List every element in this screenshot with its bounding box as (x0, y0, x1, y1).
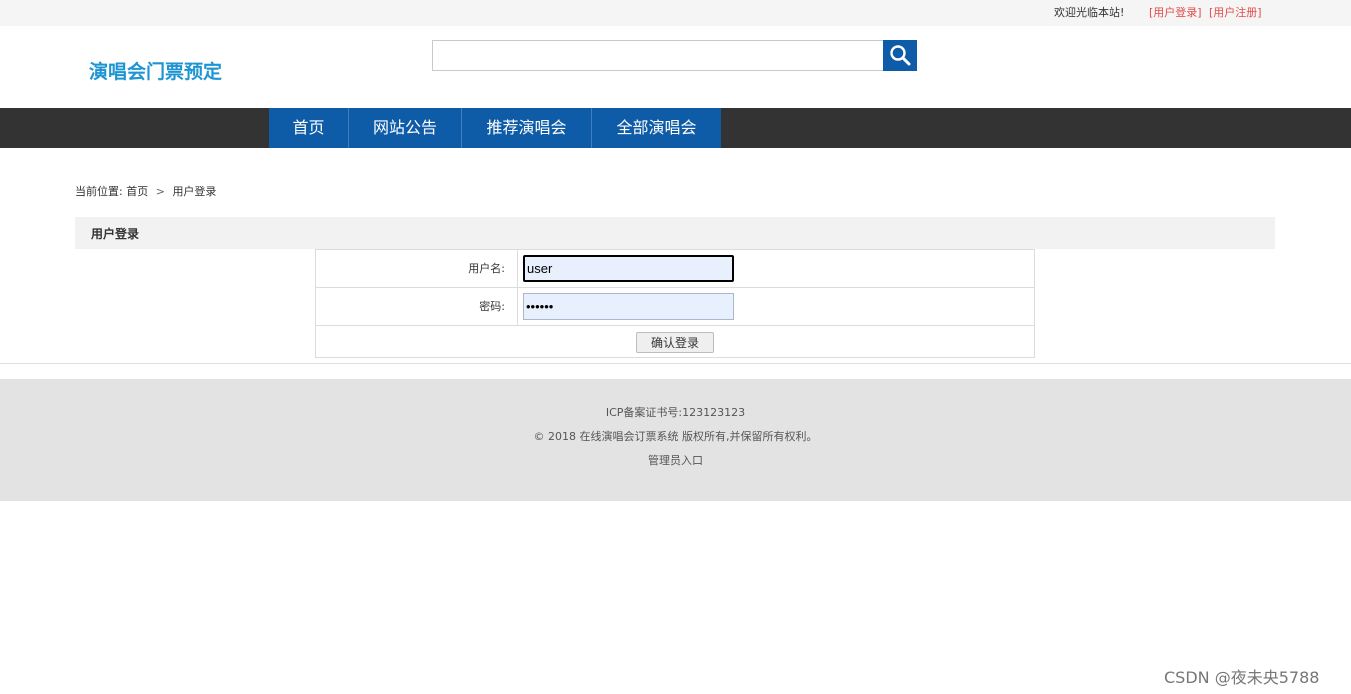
welcome-text: 欢迎光临本站! (1054, 6, 1125, 19)
csdn-watermark: CSDN @夜未央5788 (1164, 668, 1320, 687)
login-panel-header: 用户登录 (75, 217, 1275, 249)
footer: ICP备案证书号:123123123 © 2018 在线演唱会订票系统 版权所有… (0, 379, 1351, 501)
password-field[interactable] (523, 293, 734, 320)
nav-announcements[interactable]: 网站公告 (349, 108, 462, 148)
footer-divider (0, 363, 1351, 364)
search-button[interactable] (883, 40, 917, 71)
breadcrumb: 当前位置: 首页 > 用户登录 (75, 183, 216, 199)
login-form: 用户名: 密码: 确认登录 (315, 249, 1035, 358)
breadcrumb-prefix: 当前位置: (75, 185, 123, 198)
icp-record: ICP备案证书号:123123123 (605, 406, 746, 419)
admin-entry-link[interactable]: 管理员入口 (0, 452, 1351, 468)
search-icon (890, 45, 911, 66)
username-label: 用户名: (316, 250, 518, 287)
user-register-link[interactable]: [用户注册] (1209, 4, 1262, 20)
nav-all-concerts[interactable]: 全部演唱会 (592, 108, 721, 148)
breadcrumb-current: 用户登录 (172, 185, 217, 198)
main-nav: 首页 网站公告 推荐演唱会 全部演唱会 (0, 108, 1351, 148)
user-login-link[interactable]: [用户登录] (1149, 4, 1202, 20)
submit-row: 确认登录 (316, 326, 1034, 357)
search-input[interactable] (432, 40, 884, 71)
nav-recommended-concerts[interactable]: 推荐演唱会 (462, 108, 592, 148)
confirm-login-button[interactable]: 确认登录 (636, 332, 714, 353)
top-bar: 欢迎光临本站! [用户登录] [用户注册] (0, 0, 1351, 26)
username-field[interactable] (523, 255, 734, 282)
login-panel-title: 用户登录 (91, 227, 140, 241)
password-row: 密码: (316, 288, 1034, 326)
username-row: 用户名: (316, 250, 1034, 288)
site-logo[interactable]: 演唱会门票预定 (89, 57, 222, 84)
breadcrumb-home[interactable]: 首页 (126, 185, 148, 198)
copyright-text: © 2018 在线演唱会订票系统 版权所有,并保留所有权利。 (533, 430, 818, 443)
password-label: 密码: (316, 288, 518, 325)
breadcrumb-separator: > (155, 185, 165, 198)
nav-home[interactable]: 首页 (269, 108, 349, 148)
